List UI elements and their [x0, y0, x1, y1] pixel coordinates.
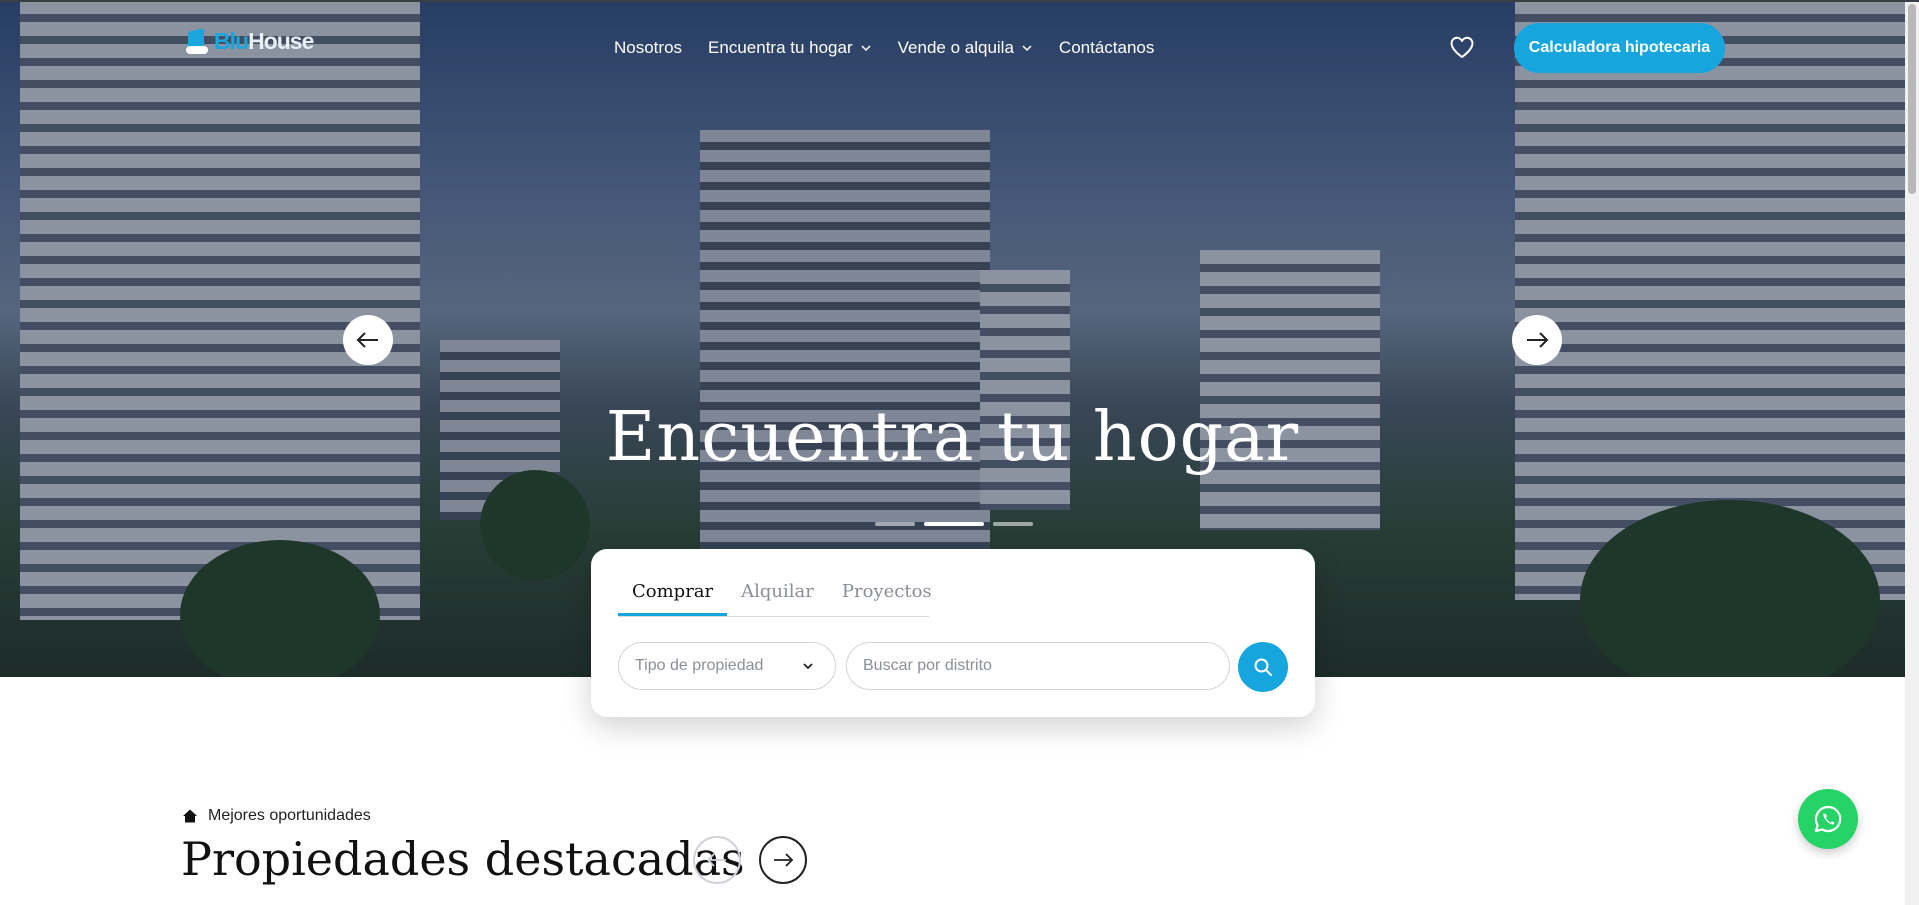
- nav-encuentra-tu-hogar[interactable]: Encuentra tu hogar: [708, 38, 872, 58]
- arrow-left-icon: [356, 332, 378, 348]
- featured-prev-button[interactable]: [693, 836, 741, 884]
- logo-mark-icon: [186, 26, 210, 56]
- mortgage-calculator-button[interactable]: Calculadora hipotecaria: [1514, 23, 1725, 73]
- scrollbar-thumb[interactable]: [1908, 4, 1916, 194]
- featured-section-title: Propiedades destacadas: [181, 832, 745, 886]
- arrow-right-icon: [774, 853, 794, 867]
- nav-nosotros[interactable]: Nosotros: [614, 38, 682, 58]
- hero-prev-button[interactable]: [343, 315, 393, 365]
- search-button[interactable]: [1238, 642, 1288, 692]
- chevron-down-icon: [861, 45, 871, 52]
- district-search-input[interactable]: [846, 642, 1230, 690]
- chevron-down-icon: [1022, 45, 1032, 52]
- logo-text-house: House: [248, 27, 314, 54]
- logo[interactable]: BluHouse: [186, 26, 314, 56]
- hero-next-button[interactable]: [1512, 315, 1562, 365]
- nav-label: Contáctanos: [1058, 38, 1155, 57]
- tab-comprar[interactable]: Comprar: [618, 573, 728, 616]
- property-type-placeholder: Tipo de propiedad: [635, 657, 764, 674]
- whatsapp-icon: [1814, 805, 1842, 833]
- featured-next-button[interactable]: [759, 836, 807, 884]
- nav-vende-o-alquila[interactable]: Vende o alquila: [898, 38, 1033, 58]
- nav-label: Nosotros: [614, 38, 683, 57]
- search-tabs: Comprar Alquilar Proyectos: [618, 573, 932, 617]
- section-eyebrow: Mejores oportunidades: [182, 807, 371, 825]
- search-card: Comprar Alquilar Proyectos Tipo de propi…: [591, 549, 1315, 717]
- hero-slide-indicators: [875, 522, 1033, 526]
- logo-text: BluHouse: [214, 27, 314, 55]
- slide-indicator[interactable]: [875, 522, 915, 526]
- hero-title: Encuentra tu hogar: [605, 398, 1300, 477]
- site-header: BluHouse Nosotros Encuentra tu hogar Ven…: [0, 0, 1905, 96]
- arrow-right-icon: [1527, 332, 1549, 348]
- page-scrollbar[interactable]: [1905, 0, 1919, 905]
- tab-proyectos[interactable]: Proyectos: [828, 573, 946, 616]
- heart-icon[interactable]: [1449, 35, 1475, 59]
- chevron-down-icon: [803, 663, 813, 670]
- logo-text-blu: Blu: [214, 27, 249, 54]
- section-eyebrow-label: Mejores oportunidades: [208, 807, 371, 824]
- property-type-select[interactable]: Tipo de propiedad: [618, 642, 836, 690]
- slide-indicator-active[interactable]: [924, 522, 984, 526]
- whatsapp-button[interactable]: [1798, 789, 1858, 849]
- arrow-left-icon: [706, 853, 726, 867]
- search-icon: [1254, 658, 1272, 676]
- nav-label: Vende o alquila: [897, 38, 1014, 57]
- slide-indicator[interactable]: [993, 522, 1033, 526]
- nav-label: Encuentra tu hogar: [708, 38, 853, 57]
- nav-contactanos[interactable]: Contáctanos: [1059, 38, 1154, 58]
- window-top-border: [0, 0, 1919, 2]
- tab-alquilar[interactable]: Alquilar: [727, 573, 828, 616]
- main-nav: Nosotros Encuentra tu hogar Vende o alqu…: [614, 38, 1154, 58]
- home-icon: [183, 809, 197, 823]
